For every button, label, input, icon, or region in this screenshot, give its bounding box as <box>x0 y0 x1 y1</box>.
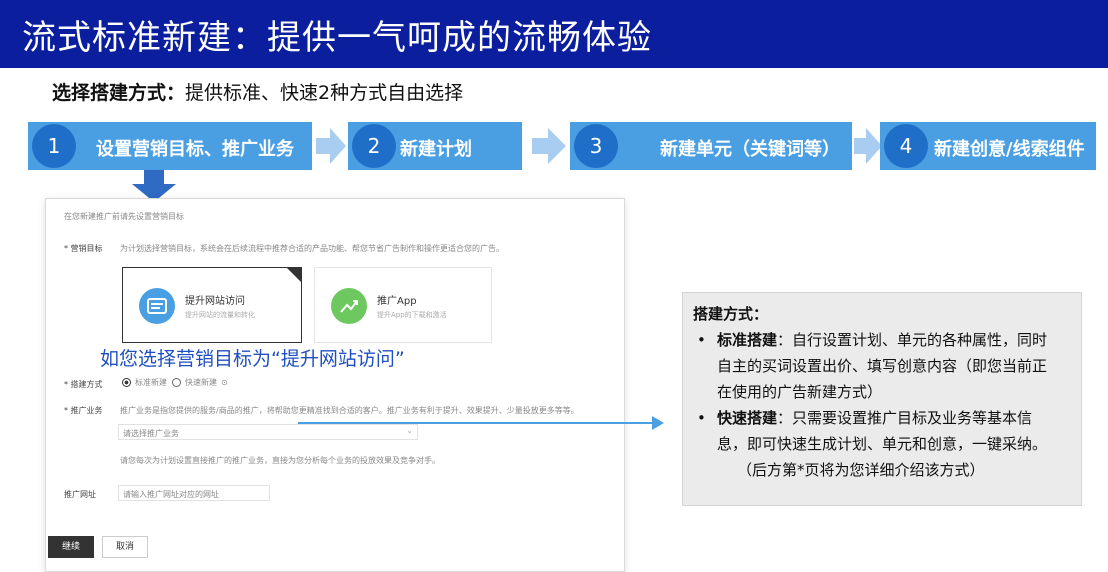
info-item-line: 自主的买词设置出价、填写创意内容（即您当前正 <box>717 357 1048 375</box>
mode-label: * 搭建方式 <box>64 380 103 389</box>
goal-option-desc: 提升App的下载和激活 <box>377 311 447 319</box>
business-label: * 推广业务 <box>64 406 103 415</box>
business-select[interactable]: 请选择推广业务 ⌄ <box>118 424 418 440</box>
mode-radio-standard[interactable]: 标准新建 <box>122 377 167 388</box>
form-header: 在您新建推广前请先设置营销目标 <box>64 212 184 221</box>
goal-option-desc: 提升网站的流量和转化 <box>185 311 255 319</box>
step-4: 4 新建创意/线索组件 <box>880 122 1096 170</box>
cancel-button[interactable]: 取消 <box>102 536 148 558</box>
step-number: 2 <box>352 124 396 168</box>
goal-hint: 为计划选择营销目标，系统会在后续流程中推荐合适的产品功能、帮您节省广告制作和操作… <box>120 244 504 253</box>
radio-unchecked-icon <box>172 378 181 387</box>
business-select-placeholder: 请选择推广业务 <box>123 429 179 438</box>
title-bar: 流式标准新建：提供一气呵成的流畅体验 <box>0 0 1108 68</box>
step-label: 新建创意/线索组件 <box>934 139 1085 160</box>
info-item-title: 快速搭建 <box>717 409 778 427</box>
business-hint: 推广业务是指您提供的服务/商品的推广，将帮助您更精准找到合适的客户。推广业务有利… <box>120 406 579 415</box>
step-3: 3 新建单元（关键词等） <box>570 122 852 170</box>
info-item-fast: • 快速搭建：只需要设置推广目标及业务等基本信 息，即可快速生成计划、单元和创意… <box>693 405 1071 457</box>
chevron-down-icon: ⌄ <box>406 426 413 435</box>
mode-radio-fast[interactable]: 快速新建 ⊙ <box>172 377 228 388</box>
arrow-right-icon <box>854 128 882 164</box>
app-icon <box>331 288 367 324</box>
selected-check-icon <box>287 268 301 282</box>
info-heading: 搭建方式： <box>693 305 769 323</box>
info-item-line: ：只需要设置推广目标及业务等基本信 <box>777 409 1033 427</box>
info-item-line: ：自行设置计划、单元的各种属性，同时 <box>777 331 1048 349</box>
url-input[interactable]: 请输入推广网址对应的网址 <box>118 485 270 501</box>
info-box: 搭建方式： • 标准搭建：自行设置计划、单元的各种属性，同时 自主的买词设置出价… <box>682 292 1082 506</box>
arrow-right-icon <box>652 416 664 430</box>
subtitle-rest: 提供标准、快速2种方式自由选择 <box>185 82 464 104</box>
goal-option-website[interactable]: 提升网站访问 提升网站的流量和转化 <box>122 267 302 343</box>
info-item-title: 标准搭建 <box>717 331 778 349</box>
bullet-icon: • <box>697 409 706 427</box>
goal-label: * 营销目标 <box>64 244 103 253</box>
arrow-right-icon <box>316 128 346 164</box>
step-2: 2 新建计划 <box>348 122 522 170</box>
url-label: 推广网址 <box>64 490 96 499</box>
radio-checked-icon <box>122 378 131 387</box>
step-label: 设置营销目标、推广业务 <box>96 139 294 160</box>
step-label: 新建单元（关键词等） <box>660 139 840 160</box>
info-trailing-note: （后方第*页将为您详细介绍该方式） <box>737 461 985 479</box>
step-1: 1 设置营销目标、推广业务 <box>28 122 312 170</box>
create-form-panel: 在您新建推广前请先设置营销目标 * 营销目标 为计划选择营销目标，系统会在后续流… <box>45 198 625 572</box>
mode-option-label: 快速新建 <box>185 378 217 387</box>
goal-option-app[interactable]: 推广App 提升App的下载和激活 <box>314 267 492 343</box>
url-input-placeholder: 请输入推广网址对应的网址 <box>123 490 219 499</box>
goal-option-title: 推广App <box>377 296 417 307</box>
help-icon[interactable]: ⊙ <box>221 378 228 387</box>
website-icon <box>139 288 175 324</box>
page-title: 流式标准新建：提供一气呵成的流畅体验 <box>22 18 652 58</box>
subtitle: 选择搭建方式：提供标准、快速2种方式自由选择 <box>52 78 463 105</box>
continue-button[interactable]: 继续 <box>48 536 94 558</box>
step-label: 新建计划 <box>400 139 472 160</box>
mode-option-label: 标准新建 <box>135 378 167 387</box>
arrow-right-icon <box>532 128 566 164</box>
info-item-line: 在使用的广告新建方式） <box>717 383 883 401</box>
step-number: 3 <box>574 124 618 168</box>
subtitle-bold: 选择搭建方式： <box>52 82 186 104</box>
pointer-line <box>298 422 658 424</box>
callout-note: 如您选择营销目标为“提升网站访问” <box>100 348 405 370</box>
info-item-line: 息，即可快速生成计划、单元和创意，一键采纳。 <box>717 435 1048 453</box>
business-note: 请您每次为计划设置直接推广的推广业务，直接为您分析每个业务的投放效果及竞争对手。 <box>120 456 440 465</box>
info-item-standard: • 标准搭建：自行设置计划、单元的各种属性，同时 自主的买词设置出价、填写创意内… <box>693 327 1071 405</box>
bullet-icon: • <box>697 331 706 349</box>
step-number: 1 <box>32 124 76 168</box>
goal-option-title: 提升网站访问 <box>185 296 245 307</box>
step-number: 4 <box>884 124 928 168</box>
